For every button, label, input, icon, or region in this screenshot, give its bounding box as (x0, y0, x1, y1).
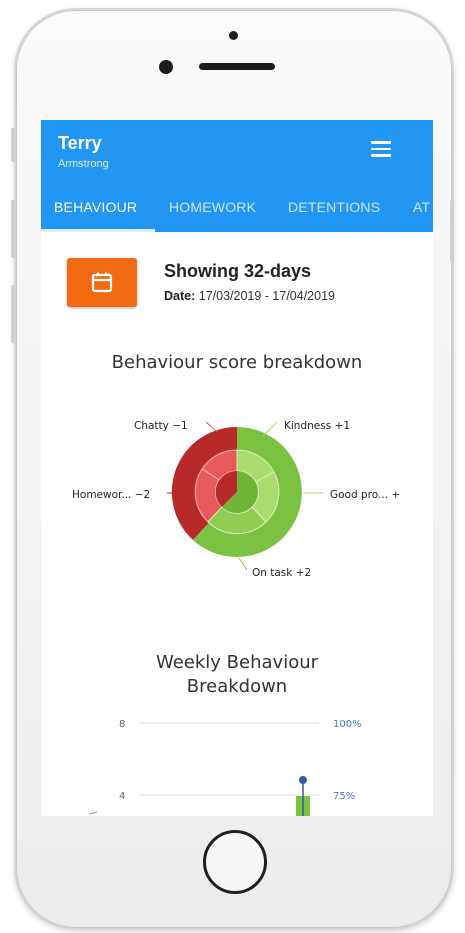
date-range-text: Date: 17/03/2019 - 17/04/2019 (164, 289, 335, 303)
pct-tick-100: 100% (333, 719, 362, 730)
power-button (450, 200, 454, 262)
user-first-name: Terry (58, 133, 102, 153)
label-on-task: On task +2 (252, 567, 311, 579)
weekly-behaviour-chart: 8 4 100% 75% (88, 719, 362, 816)
weekly-chart-title-line2: Breakdown (186, 676, 288, 697)
y-tick-4: 4 (119, 791, 125, 802)
hamburger-menu-icon[interactable] (371, 141, 391, 157)
user-last-name: Armstrong (58, 158, 109, 170)
tab-attendance[interactable]: AT (413, 199, 430, 215)
tab-detentions[interactable]: DETENTIONS (288, 199, 380, 215)
tab-behaviour[interactable]: BEHAVIOUR (54, 199, 137, 215)
home-button[interactable] (203, 830, 267, 894)
label-good-progress: Good pro... + (330, 489, 400, 501)
mute-switch (11, 128, 15, 162)
label-chatty: Chatty −1 (134, 420, 188, 432)
volume-down-button (11, 285, 15, 343)
earpiece-speaker (199, 63, 275, 70)
label-kindness: Kindness +1 (284, 420, 350, 432)
date-label: Date: (164, 289, 196, 303)
behaviour-chart-title: Behaviour score breakdown (111, 352, 363, 373)
y-tick-8: 8 (119, 719, 125, 730)
active-tab-indicator (41, 229, 155, 232)
tab-bar: BEHAVIOUR HOMEWORK DETENTIONS AT (41, 194, 433, 232)
app-screen: Terry Armstrong BEHAVIOUR HOMEWORK DETEN… (41, 120, 433, 816)
pct-tick-75: 75% (333, 791, 355, 802)
proximity-sensor (229, 31, 238, 40)
front-camera (159, 60, 173, 74)
calendar-icon (91, 272, 113, 293)
percent-point[interactable] (299, 776, 307, 784)
behaviour-sunburst-chart: Chatty −1 Kindness +1 Homewor... −2 Good… (72, 420, 400, 579)
tab-homework[interactable]: HOMEWORK (169, 199, 256, 215)
date-range-button[interactable] (67, 258, 137, 307)
app-bar: Terry Armstrong BEHAVIOUR HOMEWORK DETEN… (41, 120, 433, 232)
volume-up-button (11, 200, 15, 258)
date-range-value: 17/03/2019 - 17/04/2019 (198, 289, 335, 303)
axis-fragment (88, 811, 98, 815)
showing-days-title: Showing 32-days (164, 261, 312, 281)
weekly-chart-title-line1: Weekly Behaviour (155, 652, 319, 673)
label-homework: Homewor... −2 (72, 489, 150, 501)
